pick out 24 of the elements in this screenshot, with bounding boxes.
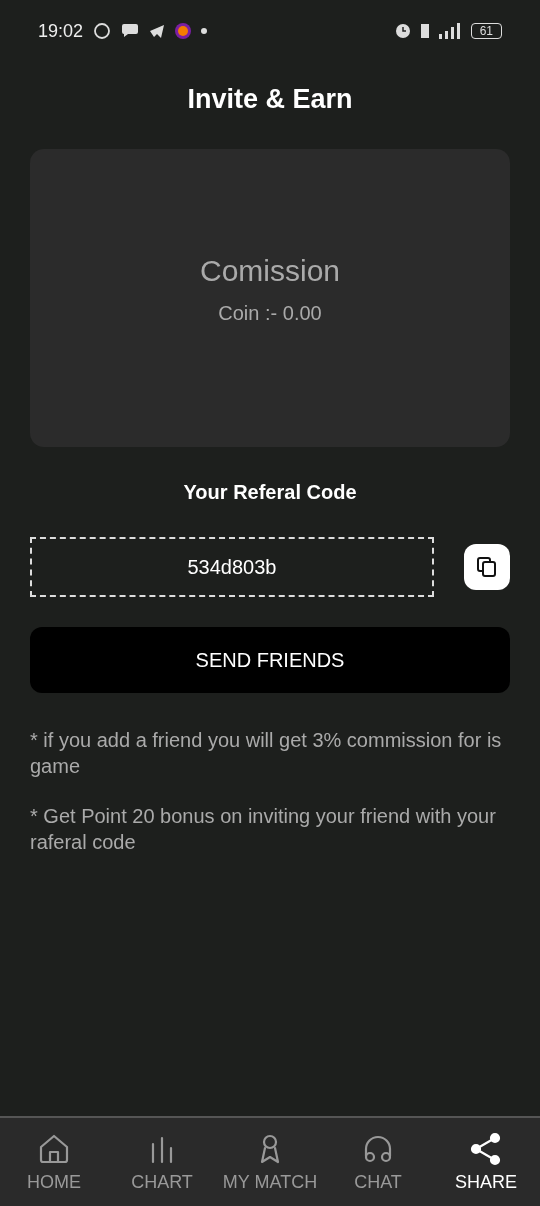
referral-code-field: 534d803b [30,537,434,597]
copy-button[interactable] [464,544,510,590]
copy-icon [476,556,498,578]
battery-indicator: 61 [470,23,502,39]
dot-icon [201,28,208,34]
alarm-icon [394,23,411,39]
nav-tab[interactable]: CHART [108,1118,216,1206]
share-icon [469,1131,503,1166]
send-friends-button[interactable]: SEND FRIENDS [30,627,510,693]
nav-tab[interactable]: HOME [0,1118,108,1206]
commission-heading: Comission [199,253,340,288]
nav-tab[interactable]: MY MATCH [216,1118,324,1206]
message-icon [121,23,140,39]
page-title: Invite & Earn [186,84,354,115]
nav-tab[interactable]: SHARE [432,1118,540,1206]
signal-icon [438,23,461,39]
info-note: * if you add a friend you will get 3% commission for is game [30,728,503,779]
info-note: * Get Point 20 bonus on inviting your friend with your raferal code [30,804,497,855]
status-time: 19:02 [38,20,84,42]
app-notification-icon [175,23,192,39]
nav-tab[interactable]: CHAT [324,1118,432,1206]
referral-heading: Your Referal Code [182,481,358,504]
coin-balance: Coin :- 0.00 [218,301,322,325]
paper-plane-icon [149,23,166,39]
